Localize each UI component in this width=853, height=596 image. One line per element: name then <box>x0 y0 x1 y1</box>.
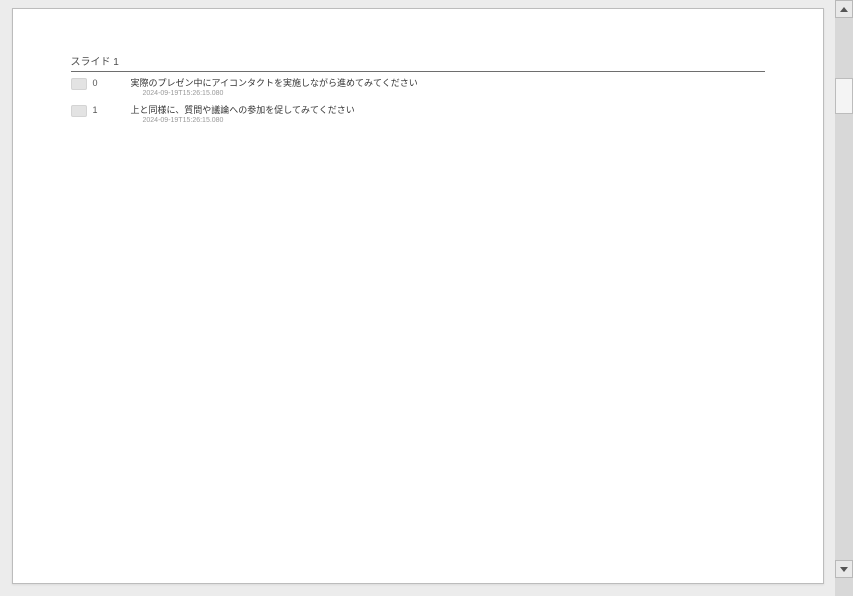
comment-index: 1 <box>87 105 117 115</box>
scroll-thumb[interactable] <box>835 78 853 114</box>
comment-index: 0 <box>87 78 117 88</box>
comment-body: 実際のプレゼン中にアイコンタクトを実施しながら進めてみてください 2024-09… <box>117 78 418 97</box>
comment-row: 0 実際のプレゼン中にアイコンタクトを実施しながら進めてみてください 2024-… <box>71 78 765 97</box>
chevron-up-icon <box>840 7 848 12</box>
scrollbar-corner <box>835 578 853 596</box>
comment-text: 実際のプレゼン中にアイコンタクトを実施しながら進めてみてください <box>131 78 418 89</box>
avatar <box>71 78 87 90</box>
slide-heading: スライド 1 <box>71 53 765 72</box>
comment-meta: 2024-09-19T15:26:15.080 <box>131 90 418 97</box>
chevron-down-icon <box>840 567 848 572</box>
scroll-down-button[interactable] <box>835 560 853 578</box>
avatar <box>71 105 87 117</box>
scroll-up-button[interactable] <box>835 0 853 18</box>
comment-row: 1 上と同様に、質問や議論への参加を促してみてください 2024-09-19T1… <box>71 105 765 124</box>
comment-body: 上と同様に、質問や議論への参加を促してみてください 2024-09-19T15:… <box>117 105 355 124</box>
comment-text: 上と同様に、質問や議論への参加を促してみてください <box>131 105 355 116</box>
page-area: スライド 1 0 実際のプレゼン中にアイコンタクトを実施しながら進めてみてくださ… <box>0 0 835 596</box>
vertical-scrollbar[interactable] <box>835 0 853 596</box>
viewport: スライド 1 0 実際のプレゼン中にアイコンタクトを実施しながら進めてみてくださ… <box>0 0 853 596</box>
comment-meta: 2024-09-19T15:26:15.080 <box>131 117 355 124</box>
comments-page: スライド 1 0 実際のプレゼン中にアイコンタクトを実施しながら進めてみてくださ… <box>12 8 824 584</box>
